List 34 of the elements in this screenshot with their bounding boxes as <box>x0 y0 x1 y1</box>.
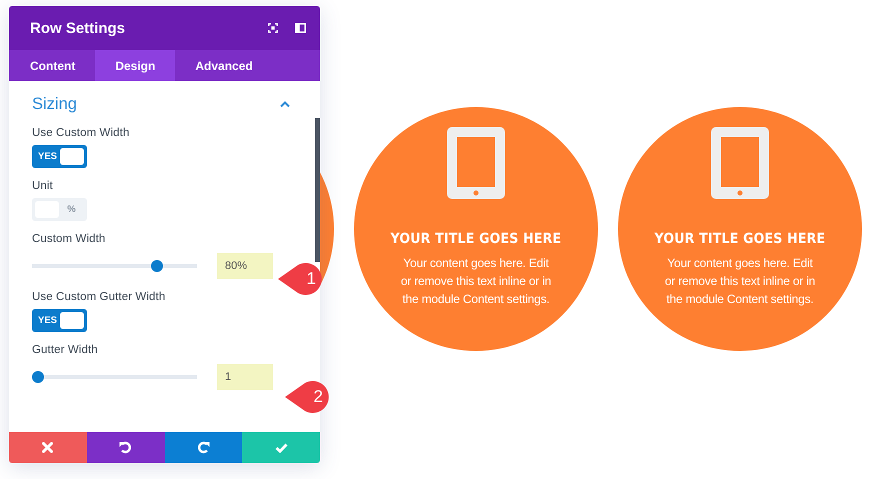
toggle-switch[interactable]: YES <box>32 309 87 332</box>
tab[interactable]: Content <box>9 50 96 81</box>
field-label: Custom Width <box>32 233 106 245</box>
value-field[interactable]: 80% <box>217 253 273 279</box>
field-label: Use Custom Width <box>32 127 130 139</box>
value-field[interactable]: 1 <box>217 364 273 390</box>
scrollbar[interactable] <box>315 118 320 262</box>
module-text: Your content goes here. Edit or remove this text inline or in the module Content settings. <box>400 255 552 308</box>
field-label: Unit <box>32 180 54 192</box>
undo-icon <box>119 441 132 454</box>
redo-button[interactable] <box>164 432 242 463</box>
tab[interactable]: Design <box>95 50 176 81</box>
tab[interactable]: Advanced <box>175 50 273 81</box>
cancel-button[interactable] <box>9 432 87 463</box>
toggle-switch[interactable]: % <box>32 198 87 221</box>
slider-thumb[interactable] <box>32 371 44 383</box>
field-label: Use Custom Gutter Width <box>32 291 166 303</box>
module-text: Your content goes here. Edit or remove this text inline or in the module Content settings. <box>664 255 816 308</box>
redo-icon <box>196 441 210 454</box>
sidebar-icon[interactable] <box>295 23 306 33</box>
close-icon <box>42 442 54 453</box>
check-icon <box>274 442 288 452</box>
tablet-icon <box>447 127 505 199</box>
chevron-icon[interactable] <box>280 100 290 108</box>
focus-icon[interactable] <box>268 23 278 33</box>
tablet-icon <box>711 127 769 199</box>
module-title: YOUR TITLE GOES HERE <box>390 231 562 247</box>
field-label: Gutter Width <box>32 344 99 356</box>
panel-title: Row Settings <box>30 20 126 36</box>
module-title: YOUR TITLE GOES HERE <box>654 231 826 247</box>
toggle-switch[interactable]: YES <box>32 145 87 168</box>
section-title[interactable]: Sizing <box>32 94 280 114</box>
slider-thumb[interactable] <box>151 260 164 272</box>
undo-button[interactable] <box>86 432 164 463</box>
